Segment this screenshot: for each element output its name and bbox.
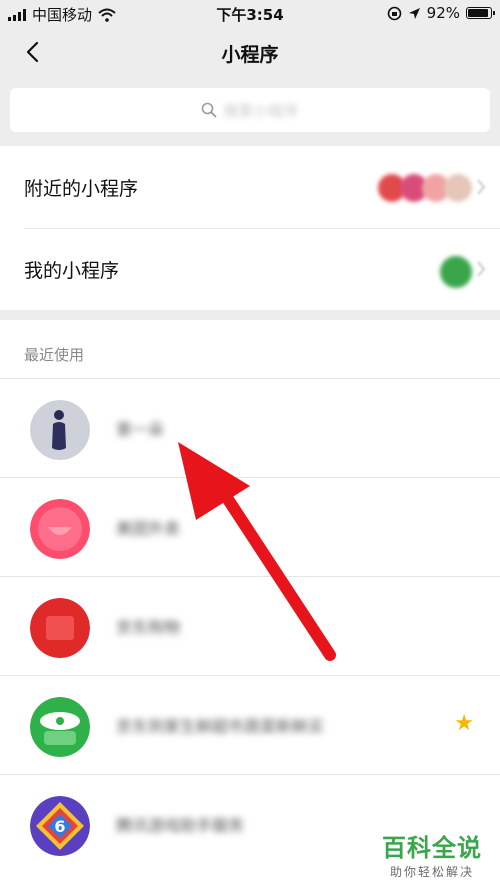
watermark-brand: 百科全说 <box>382 834 482 862</box>
watermark-tagline: 助你轻松解决 <box>389 865 474 879</box>
page-title: 小程序 <box>221 44 279 66</box>
battery-percent: 92% <box>426 4 460 22</box>
star-icon[interactable]: ★ <box>454 711 474 736</box>
nearby-thumbnails <box>378 174 472 202</box>
app-avatar-pink-icon <box>30 499 90 559</box>
recent-section-header: 最近使用 <box>0 320 500 378</box>
location-arrow-icon <box>408 7 420 19</box>
svg-text:6: 6 <box>54 817 65 836</box>
app-avatar-diamond-six-icon: 6 <box>30 796 90 856</box>
search-input[interactable]: 搜索小程序 <box>10 88 490 132</box>
search-icon <box>202 102 217 118</box>
nearby-mini-programs-row[interactable]: 附近的小程序 <box>0 146 500 228</box>
search-placeholder: 搜索小程序 <box>223 101 299 120</box>
my-mini-programs-row[interactable]: 我的小程序 <box>0 228 500 310</box>
chevron-right-icon <box>477 179 486 195</box>
app-name: 美团外卖 <box>116 519 181 538</box>
app-name: 第一朵 <box>116 420 165 439</box>
list-item[interactable]: 美团外卖 <box>0 477 500 576</box>
app-name: 腾讯游戏助手服务 <box>116 816 245 835</box>
recent-list: 第一朵 美团外卖 京东购物 京东到家生鲜超市蔬菜新鲜买 ★ 6 腾讯游戏助手服务 <box>0 378 500 889</box>
app-avatar-green-icon <box>30 697 90 757</box>
app-name: 京东购物 <box>116 618 181 637</box>
status-right: 92% <box>387 4 495 22</box>
list-item[interactable]: 京东到家生鲜超市蔬菜新鲜买 ★ <box>0 675 500 774</box>
nav-bar: 小程序 <box>0 28 500 76</box>
app-avatar-red-icon <box>30 598 90 658</box>
menu-section: 附近的小程序 我的小程序 <box>0 146 500 310</box>
list-item[interactable]: 第一朵 <box>0 378 500 477</box>
recent-header-label: 最近使用 <box>24 346 85 364</box>
chevron-right-icon <box>477 261 486 277</box>
watermark-logo: 百科全说 助你轻松解决 <box>382 828 482 880</box>
status-bar: 中国移动 下午3:54 92% <box>0 0 500 28</box>
list-item[interactable]: 京东购物 <box>0 576 500 675</box>
nearby-mini-programs-label: 附近的小程序 <box>24 177 139 200</box>
app-name: 京东到家生鲜超市蔬菜新鲜买 <box>116 717 325 736</box>
battery-icon <box>466 7 495 19</box>
rotation-lock-icon <box>387 6 401 20</box>
mine-thumbnails <box>440 256 472 288</box>
app-avatar-figure-icon <box>30 400 90 460</box>
my-mini-programs-label: 我的小程序 <box>24 259 120 282</box>
